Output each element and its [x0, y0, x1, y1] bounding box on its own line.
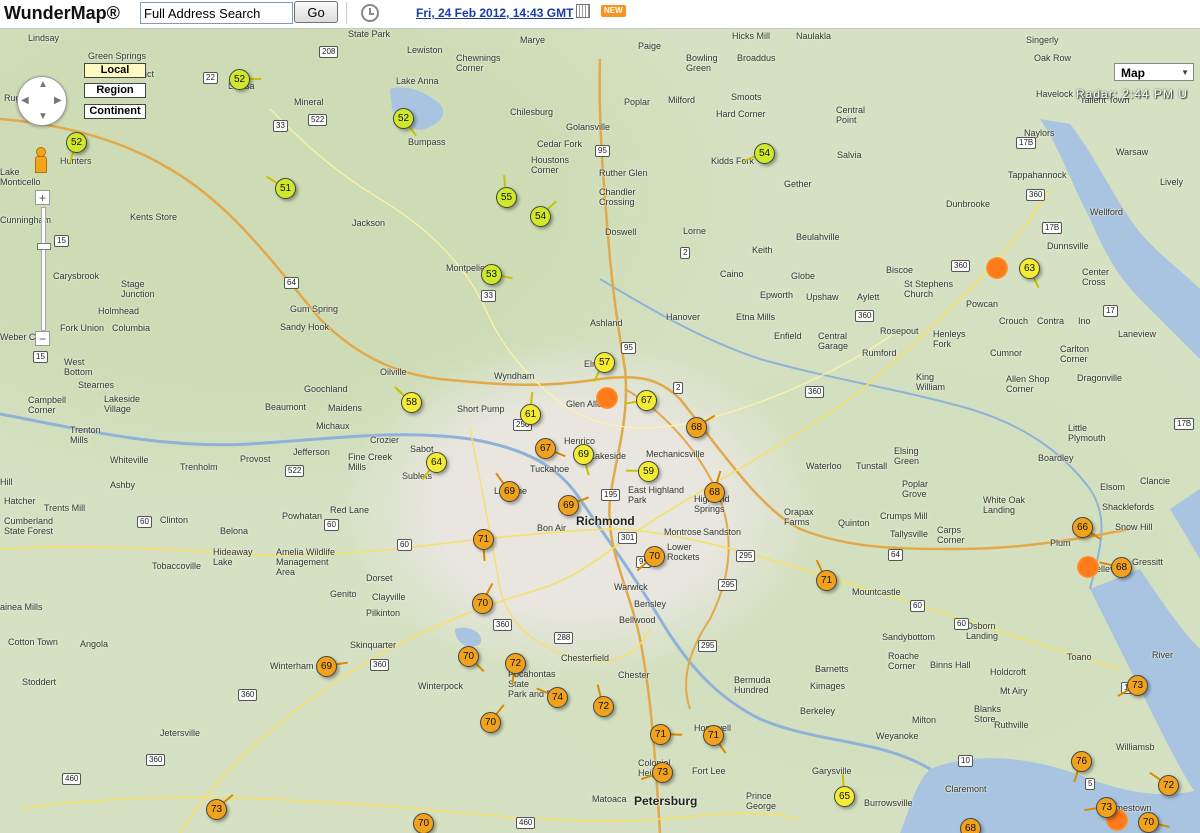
station-temperature-marker[interactable]: 70 [413, 813, 434, 833]
station-temperature-marker[interactable]: 53 [481, 264, 502, 285]
station-temperature-marker[interactable]: 72 [593, 696, 614, 717]
station-temperature-marker[interactable]: 69 [573, 444, 594, 465]
station-temperature-marker[interactable]: 69 [558, 495, 579, 516]
new-badge[interactable]: NEW [601, 5, 626, 17]
date-time-link[interactable]: Fri, 24 Feb 2012, 14:43 GMT [416, 6, 573, 20]
toolbar-divider [346, 2, 347, 24]
station-temperature-marker[interactable]: 70 [458, 646, 479, 667]
station-temperature-marker[interactable]: 54 [754, 143, 775, 164]
zoom-out-button[interactable]: − [35, 331, 50, 346]
station-temperature-marker[interactable]: 64 [426, 452, 447, 473]
station-temperature-marker[interactable]: 67 [636, 390, 657, 411]
radar-timestamp: Radar: 2:44 PM U [1076, 87, 1189, 101]
pan-control[interactable]: ▲ ▼ ◀ ▶ [17, 76, 67, 126]
station-temperature-marker[interactable]: 69 [316, 656, 337, 677]
zoom-level-continent[interactable]: Continent [84, 104, 146, 119]
station-temperature-marker[interactable]: 76 [1071, 751, 1092, 772]
station-temperature-marker[interactable]: 59 [638, 461, 659, 482]
zoom-level-local[interactable]: Local [84, 63, 146, 78]
pan-left-icon[interactable]: ◀ [21, 95, 29, 106]
top-toolbar: WunderMap® Go Fri, 24 Feb 2012, 14:43 GM… [0, 0, 1200, 29]
station-temperature-marker[interactable]: 68 [960, 818, 981, 833]
station-temperature-marker[interactable]: 71 [650, 724, 671, 745]
zoom-level-region[interactable]: Region [84, 83, 146, 98]
zoom-slider-track[interactable] [41, 207, 46, 331]
station-temperature-marker[interactable]: 52 [229, 69, 250, 90]
station-temperature-marker[interactable]: 67 [535, 438, 556, 459]
station-temperature-marker[interactable]: 69 [499, 481, 520, 502]
station-temperature-marker[interactable]: 61 [520, 404, 541, 425]
station-temperature-marker[interactable]: 71 [703, 725, 724, 746]
station-temperature-marker[interactable]: 58 [401, 392, 422, 413]
clock-icon[interactable] [361, 4, 379, 22]
station-temperature-marker[interactable]: 51 [275, 178, 296, 199]
station-temperature-marker[interactable]: 70 [1138, 812, 1159, 833]
station-temperature-marker[interactable]: 71 [473, 529, 494, 550]
pan-up-icon[interactable]: ▲ [38, 79, 48, 90]
station-temperature-marker[interactable]: 74 [547, 687, 568, 708]
station-temperature-marker[interactable]: 72 [1158, 775, 1179, 796]
station-temperature-marker[interactable]: 63 [1019, 258, 1040, 279]
station-temperature-marker[interactable]: 66 [1072, 517, 1093, 538]
station-temperature-marker[interactable]: 73 [652, 762, 673, 783]
station-temperature-marker[interactable]: 68 [1111, 557, 1132, 578]
zoom-in-button[interactable]: + [35, 190, 50, 205]
station-temperature-marker[interactable]: 73 [206, 799, 227, 820]
station-temperature-marker[interactable]: 70 [472, 593, 493, 614]
address-search-input[interactable] [140, 2, 293, 24]
station-temperature-marker[interactable]: 65 [834, 786, 855, 807]
zoom-slider-thumb[interactable] [37, 243, 51, 250]
station-temperature-marker[interactable]: 55 [496, 187, 517, 208]
station-temperature-marker[interactable]: 52 [66, 132, 87, 153]
station-temperature-marker[interactable]: 73 [1127, 675, 1148, 696]
brand-logo: WunderMap® [4, 3, 120, 23]
street-view-pegman-icon[interactable] [33, 147, 47, 173]
station-temperature-marker[interactable]: 73 [1096, 797, 1117, 818]
station-temperature-marker[interactable]: 70 [480, 712, 501, 733]
pan-right-icon[interactable]: ▶ [54, 95, 62, 106]
station-temperature-marker[interactable]: 72 [505, 653, 526, 674]
station-temperature-marker[interactable]: 68 [686, 417, 707, 438]
station-temperature-marker[interactable]: 68 [704, 482, 725, 503]
station-temperature-marker[interactable]: 54 [530, 206, 551, 227]
go-button[interactable]: Go [294, 1, 338, 23]
station-temperature-marker[interactable]: 70 [644, 546, 665, 567]
map-type-select[interactable]: Map [1114, 63, 1194, 82]
station-temperature-marker[interactable]: 52 [393, 108, 414, 129]
pan-down-icon[interactable]: ▼ [38, 111, 48, 122]
calendar-icon[interactable] [576, 4, 590, 18]
station-temperature-marker[interactable]: 57 [594, 352, 615, 373]
station-temperature-marker[interactable]: 71 [816, 570, 837, 591]
map-canvas[interactable]: Lindsay State Park Marye Paige Hicks Mill Nau… [0, 29, 1200, 833]
